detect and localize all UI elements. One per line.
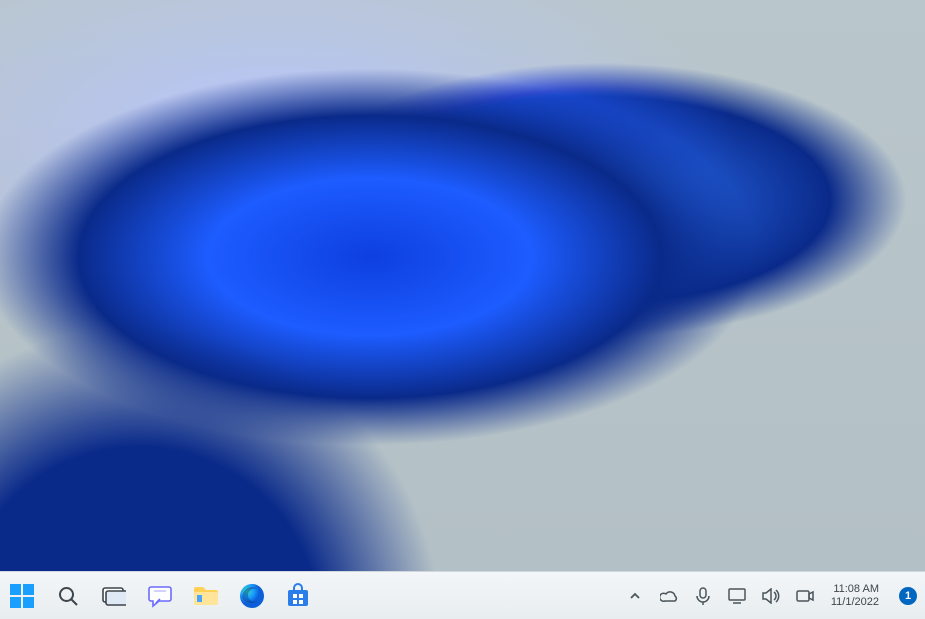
- display-icon: [728, 588, 746, 604]
- desktop-wallpaper[interactable]: [0, 0, 925, 571]
- microsoft-store-button[interactable]: [282, 580, 314, 612]
- network-tray[interactable]: [725, 580, 749, 612]
- edge-icon: [239, 583, 265, 609]
- clock-date: 11/1/2022: [831, 596, 879, 609]
- notifications-button[interactable]: 1: [899, 587, 917, 605]
- notification-count: 1: [905, 590, 911, 602]
- folder-icon: [192, 584, 220, 608]
- speaker-icon: [762, 588, 780, 604]
- task-view-icon: [102, 585, 126, 607]
- show-hidden-icons-button[interactable]: [623, 580, 647, 612]
- chevron-up-icon: [629, 590, 641, 602]
- chat-icon: [147, 583, 173, 609]
- taskbar: 11:08 AM 11/1/2022 1: [0, 571, 925, 619]
- system-tray: 11:08 AM 11/1/2022 1: [623, 576, 917, 616]
- edge-button[interactable]: [236, 580, 268, 612]
- search-icon: [56, 584, 80, 608]
- camera-icon: [796, 589, 814, 603]
- task-view-button[interactable]: [98, 580, 130, 612]
- cloud-icon: [660, 589, 678, 603]
- windows-logo-icon: [9, 583, 35, 609]
- camera-tray[interactable]: [793, 580, 817, 612]
- microphone-tray[interactable]: [691, 580, 715, 612]
- microphone-icon: [696, 587, 710, 605]
- store-icon: [285, 583, 311, 609]
- search-button[interactable]: [52, 580, 84, 612]
- taskbar-pinned-group: [6, 580, 314, 612]
- volume-tray[interactable]: [759, 580, 783, 612]
- onedrive-tray[interactable]: [657, 580, 681, 612]
- taskbar-clock[interactable]: 11:08 AM 11/1/2022: [827, 576, 883, 616]
- file-explorer-button[interactable]: [190, 580, 222, 612]
- clock-time: 11:08 AM: [833, 583, 879, 596]
- chat-button[interactable]: [144, 580, 176, 612]
- start-button[interactable]: [6, 580, 38, 612]
